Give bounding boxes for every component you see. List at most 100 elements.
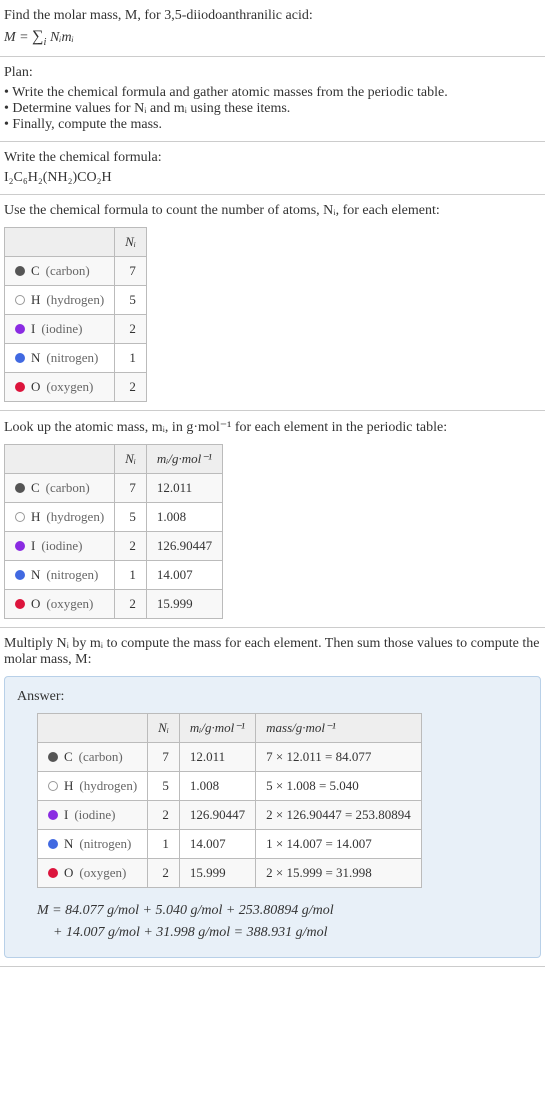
plan-title: Plan: — [4, 65, 541, 81]
table-row: N (nitrogen)1 — [5, 343, 147, 372]
mass-header-mi: mᵢ/g·mol⁻¹ — [146, 444, 222, 473]
n-value: 7 — [115, 473, 147, 502]
element-dot-icon — [48, 868, 58, 878]
element-name: (nitrogen) — [79, 836, 131, 852]
mass-section: Look up the atomic mass, mᵢ, in g·mol⁻¹ … — [0, 411, 545, 628]
answer-header-empty — [38, 713, 148, 742]
element-dot-icon — [48, 810, 58, 820]
element-dot-icon — [48, 781, 58, 791]
chemical-formula: I₂C₆H₂(NH₂)CO₂H — [4, 170, 541, 186]
element-dot-icon — [15, 483, 25, 493]
m-value: 15.999 — [179, 858, 255, 887]
table-row: I (iodine)2126.904472 × 126.90447 = 253.… — [38, 800, 422, 829]
n-value: 2 — [148, 858, 180, 887]
m-value: 15.999 — [146, 589, 222, 618]
m-value: 12.011 — [179, 742, 255, 771]
table-row: O (oxygen)215.999 — [5, 589, 223, 618]
element-cell: I (iodine) — [38, 800, 148, 829]
element-name: (nitrogen) — [46, 567, 98, 583]
element-name: (iodine) — [41, 321, 82, 337]
mass-calc: 1 × 14.007 = 14.007 — [256, 829, 422, 858]
table-row: O (oxygen)215.9992 × 15.999 = 31.998 — [38, 858, 422, 887]
mass-table: Nᵢ mᵢ/g·mol⁻¹ C (carbon)712.011H (hydrog… — [4, 444, 223, 619]
mass-calc: 5 × 1.008 = 5.040 — [256, 771, 422, 800]
mass-calc: 2 × 126.90447 = 253.80894 — [256, 800, 422, 829]
plan-item-2: • Determine values for Nᵢ and mᵢ using t… — [4, 101, 541, 117]
element-name: (carbon) — [46, 263, 90, 279]
element-symbol: C — [31, 263, 40, 279]
element-dot-icon — [15, 570, 25, 580]
plan-list: • Write the chemical formula and gather … — [4, 85, 541, 133]
m-value: 14.007 — [146, 560, 222, 589]
element-cell: O (oxygen) — [5, 372, 115, 401]
element-symbol: O — [31, 596, 40, 612]
answer-box: Answer: Nᵢ mᵢ/g·mol⁻¹ mass/g·mol⁻¹ C (ca… — [4, 676, 541, 958]
n-value: 5 — [115, 285, 147, 314]
intro-text: Find the molar mass, M, for 3,5-diiodoan… — [4, 8, 541, 24]
n-value: 2 — [115, 372, 147, 401]
table-row: O (oxygen)2 — [5, 372, 147, 401]
table-row: N (nitrogen)114.0071 × 14.007 = 14.007 — [38, 829, 422, 858]
element-name: (oxygen) — [46, 379, 93, 395]
plan-item-1: • Write the chemical formula and gather … — [4, 85, 541, 101]
element-cell: N (nitrogen) — [38, 829, 148, 858]
plan-section: Plan: • Write the chemical formula and g… — [0, 57, 545, 142]
table-row: I (iodine)2126.90447 — [5, 531, 223, 560]
m-value: 14.007 — [179, 829, 255, 858]
element-symbol: I — [31, 538, 35, 554]
answer-table: Nᵢ mᵢ/g·mol⁻¹ mass/g·mol⁻¹ C (carbon)712… — [37, 713, 422, 888]
answer-title: Answer: — [17, 689, 528, 705]
n-value: 7 — [148, 742, 180, 771]
element-cell: H (hydrogen) — [38, 771, 148, 800]
element-dot-icon — [15, 599, 25, 609]
element-name: (nitrogen) — [46, 350, 98, 366]
result-line-1: M = 84.077 g/mol + 5.040 g/mol + 253.808… — [37, 900, 528, 922]
element-dot-icon — [15, 512, 25, 522]
element-dot-icon — [48, 839, 58, 849]
formula-title: Write the chemical formula: — [4, 150, 541, 166]
element-cell: H (hydrogen) — [5, 502, 115, 531]
table-row: I (iodine) 2 — [5, 314, 147, 343]
element-dot-icon — [15, 324, 25, 334]
table-row: H (hydrogen)51.0085 × 1.008 = 5.040 — [38, 771, 422, 800]
element-dot-icon — [15, 266, 25, 276]
element-name: (carbon) — [46, 480, 90, 496]
m-value: 126.90447 — [179, 800, 255, 829]
table-row: N (nitrogen)114.007 — [5, 560, 223, 589]
element-cell: N (nitrogen) — [5, 343, 115, 372]
element-name: (iodine) — [74, 807, 115, 823]
element-dot-icon — [15, 541, 25, 551]
m-value: 1.008 — [146, 502, 222, 531]
element-cell: H (hydrogen) — [5, 285, 115, 314]
element-name: (hydrogen) — [46, 292, 104, 308]
count-header-empty — [5, 227, 115, 256]
n-value: 2 — [115, 314, 147, 343]
compute-title: Multiply Nᵢ by mᵢ to compute the mass fo… — [4, 636, 541, 668]
element-name: (hydrogen) — [46, 509, 104, 525]
plan-item-3: • Finally, compute the mass. — [4, 117, 541, 133]
element-symbol: H — [31, 292, 40, 308]
answer-header-ni: Nᵢ — [148, 713, 180, 742]
element-cell: I (iodine) — [5, 531, 115, 560]
intro-section: Find the molar mass, M, for 3,5-diiodoan… — [0, 0, 545, 57]
element-cell: C (carbon) — [5, 256, 115, 285]
n-value: 2 — [115, 589, 147, 618]
element-symbol: O — [31, 379, 40, 395]
table-row: C (carbon)7 — [5, 256, 147, 285]
element-symbol: I — [31, 321, 35, 337]
element-name: (iodine) — [41, 538, 82, 554]
mass-calc: 7 × 12.011 = 84.077 — [256, 742, 422, 771]
count-title: Use the chemical formula to count the nu… — [4, 203, 541, 219]
element-symbol: H — [64, 778, 73, 794]
element-cell: C (carbon) — [38, 742, 148, 771]
element-symbol: C — [31, 480, 40, 496]
element-cell: C (carbon) — [5, 473, 115, 502]
element-dot-icon — [15, 382, 25, 392]
count-header-ni: Nᵢ — [115, 227, 147, 256]
n-value: 5 — [115, 502, 147, 531]
element-symbol: N — [31, 350, 40, 366]
n-value: 7 — [115, 256, 147, 285]
n-value: 2 — [115, 531, 147, 560]
m-value: 126.90447 — [146, 531, 222, 560]
mass-header-ni: Nᵢ — [115, 444, 147, 473]
